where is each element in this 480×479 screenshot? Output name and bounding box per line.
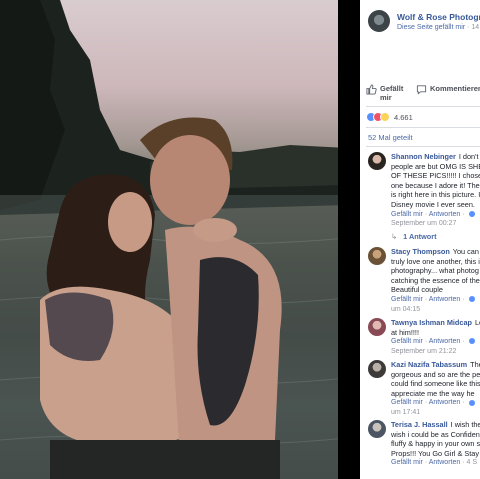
reaction-icon: [468, 210, 475, 217]
commenter-name[interactable]: Kazi Nazifa Tabassum: [391, 360, 467, 369]
comment-text: wish i could be as Confiden: [391, 429, 480, 439]
commenter-avatar[interactable]: [368, 152, 386, 170]
comment-bubble-icon: [416, 85, 427, 95]
comment-meta: Gefällt mir · Antworten ·: [391, 295, 480, 305]
comment-meta: Gefällt mir · Antworten ·: [391, 210, 480, 220]
divider-gap: [338, 0, 360, 479]
commenter-name[interactable]: Shannon Nebinger: [391, 152, 456, 161]
comment-time[interactable]: um 17:41: [391, 408, 480, 418]
comment-body: Terisa J. Hassall I wish the wish i could…: [391, 420, 480, 468]
comment-text: Props!!! You Go Girl & Stay: [391, 448, 480, 458]
comment-action-button[interactable]: Kommentieren: [416, 84, 480, 95]
photo-scene: [0, 0, 347, 479]
comment-text: Beautiful couple: [391, 285, 443, 295]
reaction-icon: [468, 338, 475, 345]
shorts: [50, 440, 280, 479]
divider: [366, 106, 480, 107]
comment-text: photography... what photog: [391, 266, 479, 276]
comment-meta: Gefällt mir · Antworten ·: [391, 398, 480, 408]
reply-arrow-icon: ↳: [391, 232, 398, 241]
comment-text: The: [470, 360, 480, 369]
view-replies-link[interactable]: ↳ 1 Antwort: [391, 232, 437, 241]
comment-action-label: Kommentieren: [430, 84, 480, 93]
comment-text: You can t: [452, 247, 480, 256]
comment-text: gorgeous and so are the pe: [391, 369, 480, 379]
comment-text: Lo: [474, 318, 480, 327]
comment-text: Disney movie I ever seen.: [391, 199, 475, 209]
comment-reply-link[interactable]: Antworten: [429, 211, 461, 218]
comment-like-link[interactable]: Gefällt mir: [391, 338, 423, 345]
commenter-avatar[interactable]: [368, 360, 386, 378]
commenter-name[interactable]: Tawnya Ishman Midcap: [391, 318, 472, 327]
post-photo[interactable]: [0, 0, 347, 479]
like-action-button[interactable]: Gefällt mir: [366, 84, 408, 102]
comment-reply-link[interactable]: Antworten: [429, 296, 461, 303]
page-name[interactable]: Wolf & Rose Photogra: [397, 12, 480, 22]
hand: [193, 218, 237, 242]
divider: [366, 127, 480, 128]
comment-time[interactable]: um 04:15: [391, 305, 480, 315]
comment-body: Stacy Thompson You can t truly love one a…: [391, 247, 480, 314]
comment-body: Tawnya Ishman MidcapLo at him!!!! Gefäll…: [391, 318, 480, 356]
comment-text: could find someone like this: [391, 379, 480, 389]
comment-text: I don't k: [458, 152, 480, 161]
commenter-name[interactable]: Stacy Thompson: [391, 247, 450, 256]
comment-text: people are but OMG IS SHE: [391, 161, 480, 171]
comment-text: one because I adore it! The: [391, 180, 480, 190]
comment-text: fluffy & happy in your own s: [391, 439, 480, 449]
comment-text: catching the essence of the: [391, 275, 480, 285]
commenter-avatar[interactable]: [368, 420, 386, 438]
comment-time[interactable]: 4 S: [467, 459, 478, 466]
comment-body: Kazi Nazifa TabassumThe gorgeous and so …: [391, 360, 480, 418]
reaction-count[interactable]: 4.661: [394, 113, 413, 122]
comment-text: I wish the: [450, 420, 480, 429]
divider: [366, 146, 480, 147]
comment-like-link[interactable]: Gefällt mir: [391, 211, 423, 218]
wow-reaction-icon: [380, 112, 390, 122]
comment-time[interactable]: September um 00:27: [391, 219, 480, 229]
reaction-icon: [468, 296, 475, 303]
commenter-name[interactable]: Terisa J. Hassall: [391, 420, 448, 429]
post-header: Wolf & Rose Photogra Diese Seite gefällt…: [368, 10, 480, 38]
page-like-status[interactable]: Diese Seite gefällt mir: [397, 24, 465, 31]
page-avatar[interactable]: [368, 10, 390, 32]
reaction-icon: [468, 399, 475, 406]
post-sidebar: Wolf & Rose Photogra Diese Seite gefällt…: [360, 0, 480, 479]
comment-like-link[interactable]: Gefällt mir: [391, 399, 423, 406]
comment-text: is right here in this picture. I: [391, 190, 480, 200]
man-face: [150, 135, 230, 225]
commenter-avatar[interactable]: [368, 247, 386, 265]
share-count[interactable]: 52 Mal geteilt: [368, 133, 413, 142]
page-subtitle: Diese Seite gefällt mir · 14: [397, 24, 479, 31]
thumbs-up-icon: [366, 84, 377, 95]
comment-meta: Gefällt mir · Antworten ·: [391, 337, 480, 347]
comment-body: Shannon NebingerI don't k people are but…: [391, 152, 480, 229]
action-bar: Gefällt mir Kommentieren: [366, 84, 480, 104]
woman-face: [108, 192, 152, 252]
comment-like-link[interactable]: Gefällt mir: [391, 459, 423, 466]
comment-text: appreciate me the way he: [391, 388, 475, 398]
like-action-label: Gefällt mir: [380, 84, 404, 102]
post-time[interactable]: · 14: [467, 24, 479, 31]
comment-reply-link[interactable]: Antworten: [429, 459, 461, 466]
commenter-avatar[interactable]: [368, 318, 386, 336]
comment-reply-link[interactable]: Antworten: [429, 399, 461, 406]
reaction-summary[interactable]: 4.661: [366, 111, 413, 123]
comment-text: at him!!!!: [391, 327, 419, 337]
comment-time[interactable]: September um 21:22: [391, 347, 480, 357]
view-replies-label: 1 Antwort: [403, 232, 437, 241]
comment-reply-link[interactable]: Antworten: [429, 338, 461, 345]
comment-meta: Gefällt mir · Antworten · 4 S: [391, 459, 478, 467]
comment-text: truly love one another, this i: [391, 256, 480, 266]
comment-like-link[interactable]: Gefällt mir: [391, 296, 423, 303]
comment-text: OF THESE PICS!!!!! I chose t: [391, 171, 480, 181]
